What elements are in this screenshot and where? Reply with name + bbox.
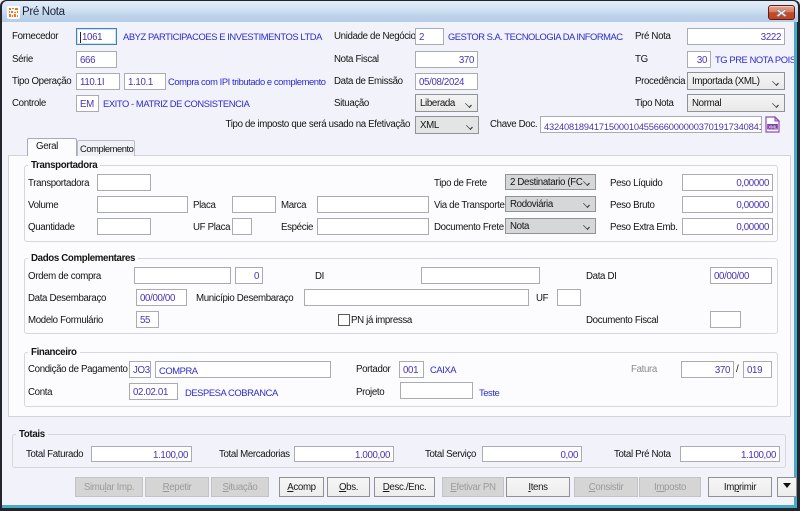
svg-text:XML: XML [768, 124, 777, 129]
